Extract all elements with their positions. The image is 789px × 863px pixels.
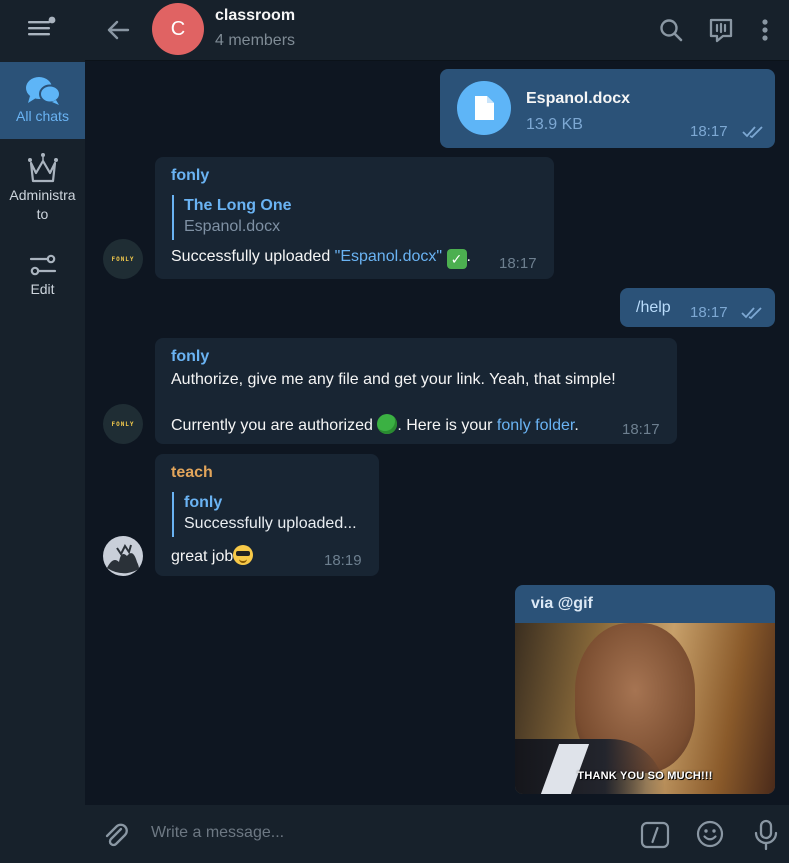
bot-auth-message: fonly Authorize, give me any file and ge… [155,338,677,444]
gif-message[interactable]: via @gif THANK YOU SO MUCH!!! [515,585,775,794]
attach-icon[interactable] [101,820,131,850]
crown-icon [27,153,58,183]
via-bot-label[interactable]: via @gif [531,595,593,613]
message-time: 18:17 [690,123,728,140]
gif-animation[interactable]: THANK YOU SO MUCH!!! [515,623,775,794]
avatar-text: FONLY [111,420,135,428]
message-time: 18:17 [499,255,537,272]
message-text-prefix: Successfully uploaded [171,248,335,265]
folder-all-chats[interactable]: All chats [0,62,85,139]
sunglasses-emoji [233,545,254,565]
message-text: Successfully uploaded "Espanol.docx" ✓. [171,248,471,269]
live-stream-icon[interactable] [706,15,736,45]
file-link[interactable]: "Espanol.docx" [335,248,442,265]
member-count: 4 members [215,32,296,49]
bot-commands-icon[interactable] [640,820,670,850]
menu-icon[interactable] [27,16,57,40]
reply-quote-title: The Long One [184,197,292,214]
message-text: great job [171,545,254,566]
sliders-icon [29,254,56,276]
message-line-1: Authorize, give me any file and get your… [171,371,616,388]
avatar[interactable] [103,536,143,576]
message-line-2: Currently you are authorized . Here is y… [171,414,579,435]
avatar[interactable]: FONLY [103,239,143,279]
line-2-prefix: Currently you are authorized [171,417,378,434]
reply-quote[interactable]: fonly Successfully uploaded... [172,492,357,537]
line-2-mid: . Here is your [397,417,497,434]
left-rail: All chats Administra to Edit [0,0,85,863]
message-input[interactable]: Write a message... [151,824,284,842]
emoji-icon[interactable] [695,819,725,849]
file-icon[interactable] [457,81,511,135]
message-composer: Write a message... [85,805,789,863]
read-checkmarks-icon [742,126,763,139]
folder-edit[interactable]: Edit [0,250,85,310]
file-name: Espanol.docx [526,90,631,107]
search-icon[interactable] [656,15,686,45]
gif-caption: THANK YOU SO MUCH!!! [577,770,713,782]
file-size: 13.9 KB [526,116,583,133]
help-command[interactable]: /help [636,299,671,317]
more-options-icon[interactable] [751,15,781,45]
sender-name[interactable]: fonly [171,348,209,366]
folder-administrator-label-1: Administra [9,187,76,203]
bot-upload-message: fonly The Long One Espanol.docx Successf… [155,157,554,279]
read-checkmarks-icon [741,307,762,320]
folder-all-chats-label: All chats [16,108,69,124]
sender-name[interactable]: teach [171,464,213,482]
reply-quote[interactable]: The Long One Espanol.docx [172,195,292,240]
sender-name[interactable]: fonly [171,167,209,185]
teach-message: teach fonly Successfully uploaded... gre… [155,454,379,576]
message-time: 18:19 [324,552,362,569]
folder-edit-label: Edit [30,281,55,297]
help-message: /help 18:17 [620,288,775,327]
line-2-suffix: . [574,417,579,434]
chats-icon [25,77,61,105]
avatar[interactable]: FONLY [103,404,143,444]
message-time: 18:17 [622,421,660,438]
message-time: 18:17 [690,304,728,321]
chat-header: C classroom 4 members [85,0,789,61]
message-text-body: great job [171,548,234,565]
microphone-icon[interactable] [751,818,781,852]
chat-avatar[interactable]: C [152,3,204,55]
avatar-text: FONLY [111,255,135,263]
chat-title[interactable]: classroom [215,7,295,25]
check-mark-emoji: ✓ [446,249,467,269]
green-circle-emoji [377,414,398,434]
reply-quote-body: Successfully uploaded... [184,515,357,532]
file-message[interactable]: Espanol.docx 13.9 KB 18:17 [440,69,775,148]
folder-administrator-label-2: to [36,206,49,222]
back-arrow-icon[interactable] [105,16,133,44]
reply-quote-title: fonly [184,494,223,511]
folder-administrator[interactable]: Administra to [0,148,85,228]
reply-quote-body: Espanol.docx [184,218,281,235]
fonly-folder-link[interactable]: fonly folder [497,417,574,434]
